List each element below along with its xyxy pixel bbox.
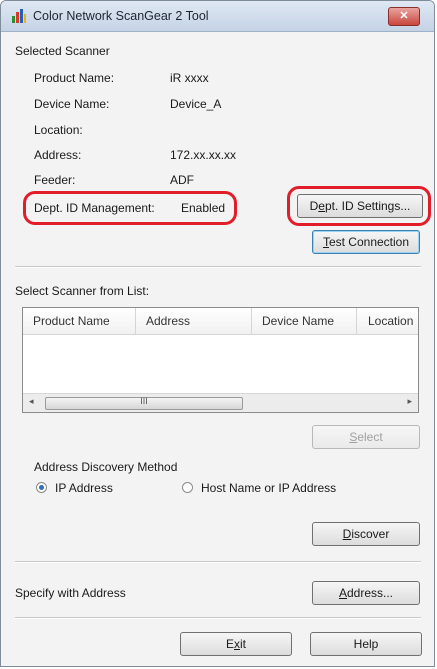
- scroll-right-icon[interactable]: ▸: [407, 396, 412, 407]
- address-discovery-method-label: Address Discovery Method: [34, 460, 178, 474]
- column-location[interactable]: Location: [368, 314, 413, 328]
- title-bar[interactable]: Color Network ScanGear 2 Tool ✕: [1, 1, 434, 32]
- scanner-list-header: Product Name Address Device Name Locatio…: [23, 308, 418, 335]
- address-value: 172.xx.xx.xx: [170, 148, 237, 162]
- section-divider: [15, 266, 421, 268]
- scroll-left-icon[interactable]: ◂: [29, 396, 34, 407]
- select-button[interactable]: Select: [312, 425, 420, 449]
- feeder-value: ADF: [170, 173, 194, 187]
- scroll-grip-icon: III: [140, 396, 148, 406]
- column-separator[interactable]: [251, 308, 252, 334]
- exit-button[interactable]: Exit: [180, 632, 292, 656]
- horizontal-scrollbar[interactable]: ◂ III ▸: [23, 393, 418, 412]
- product-name-label: Product Name:: [34, 71, 115, 85]
- selected-scanner-heading: Selected Scanner: [15, 44, 110, 58]
- device-name-label: Device Name:: [34, 97, 110, 111]
- dept-id-settings-button[interactable]: Dept. ID Settings...: [297, 194, 423, 218]
- ip-address-radio-label[interactable]: IP Address: [55, 481, 113, 495]
- column-device-name[interactable]: Device Name: [262, 314, 334, 328]
- close-button[interactable]: ✕: [388, 7, 420, 26]
- column-separator[interactable]: [135, 308, 136, 334]
- dept-id-management-label: Dept. ID Management:: [34, 201, 155, 215]
- section-divider: [15, 561, 421, 563]
- test-connection-button[interactable]: Test Connection: [312, 230, 420, 254]
- host-name-radio[interactable]: [182, 482, 193, 493]
- discover-button[interactable]: Discover: [312, 522, 420, 546]
- section-divider: [15, 617, 421, 619]
- address-label: Address:: [34, 148, 82, 162]
- ip-address-radio[interactable]: [36, 482, 47, 493]
- column-product-name[interactable]: Product Name: [33, 314, 110, 328]
- address-button[interactable]: Address...: [312, 581, 420, 605]
- host-name-radio-label[interactable]: Host Name or IP Address: [201, 481, 336, 495]
- device-name-value: Device_A: [170, 97, 222, 111]
- product-name-value: iR xxxx: [170, 71, 209, 85]
- feeder-label: Feeder:: [34, 173, 76, 187]
- tool-window: Color Network ScanGear 2 Tool ✕ Selected…: [0, 0, 435, 667]
- window-title: Color Network ScanGear 2 Tool: [33, 9, 209, 23]
- help-button[interactable]: Help: [310, 632, 422, 656]
- select-scanner-from-list-label: Select Scanner from List:: [15, 284, 150, 298]
- specify-with-address-label: Specify with Address: [15, 586, 126, 600]
- scroll-thumb[interactable]: III: [45, 396, 243, 410]
- dept-id-management-value: Enabled: [181, 201, 226, 215]
- close-icon: ✕: [399, 10, 409, 22]
- location-label: Location:: [34, 123, 83, 137]
- scanner-list[interactable]: Product Name Address Device Name Locatio…: [22, 307, 419, 413]
- column-separator[interactable]: [356, 308, 357, 334]
- column-address[interactable]: Address: [146, 314, 190, 328]
- app-scanner-icon: [12, 9, 26, 23]
